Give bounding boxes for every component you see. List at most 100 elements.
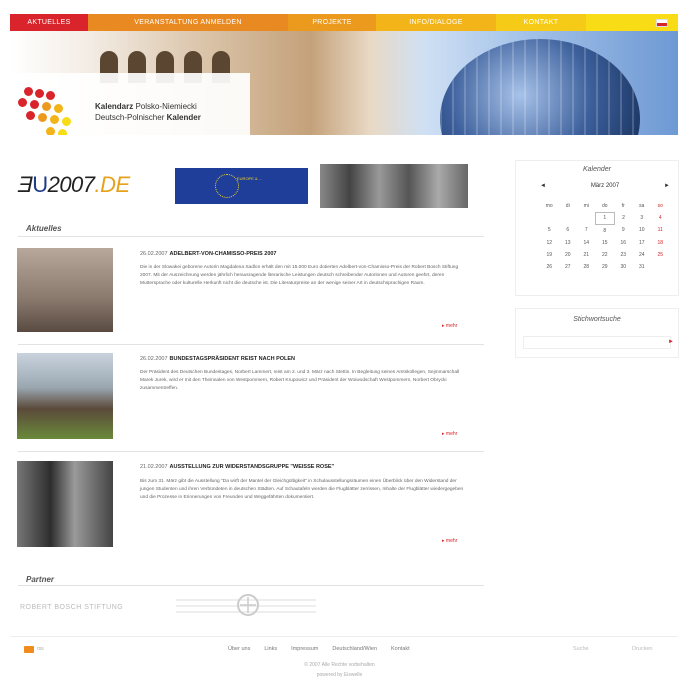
footer-divider <box>10 636 678 637</box>
calendar-day[interactable]: 12 <box>540 237 559 249</box>
calendar-day[interactable]: 7 <box>577 224 596 236</box>
nav-item-aktuelles[interactable]: AKTUELLES <box>10 14 88 31</box>
calendar-day[interactable]: 5 <box>540 224 559 236</box>
site-logo-text[interactable]: Kalendarz Polsko-Niemiecki Deutsch-Polni… <box>95 101 201 123</box>
calendar-day[interactable]: 22 <box>596 249 615 261</box>
calendar-day[interactable]: 11 <box>651 224 670 236</box>
calendar-prev-icon[interactable]: ◄ <box>540 183 546 189</box>
news-more-link[interactable]: ▸ mehr <box>442 431 457 437</box>
calendar-grid: mo di mi do fr sa so 1 2 3 4 5 6 7 8 9 1… <box>540 200 670 273</box>
powered-by-text: powered by Eiswelle <box>316 672 363 678</box>
calendar-day[interactable]: 8 <box>596 224 615 236</box>
calendar-day[interactable]: 20 <box>559 249 578 261</box>
nav-item-projekte[interactable]: PROJEKTE <box>288 14 376 31</box>
footer-print-link[interactable]: Drucken <box>632 646 652 652</box>
calendar-day[interactable]: 19 <box>540 249 559 261</box>
calendar-day[interactable]: 10 <box>633 224 652 236</box>
eu-flag-caption: EUROPE & ... <box>237 176 263 181</box>
news-title[interactable]: 21.02.2007 AUSSTELLUNG ZUR WIDERSTANDSGRU… <box>140 464 334 470</box>
news-image-portrait[interactable] <box>17 248 113 332</box>
weekday-label: do <box>601 202 608 209</box>
calendar-day[interactable]: 24 <box>633 249 652 261</box>
calendar-day[interactable]: 27 <box>559 261 578 273</box>
news-image-group-photo[interactable] <box>17 461 113 547</box>
calendar-day[interactable]: 17 <box>633 237 652 249</box>
header-banner: Kalendarz Polsko-Niemiecki Deutsch-Polni… <box>10 31 678 135</box>
calendar-day[interactable] <box>559 212 578 224</box>
nav-item-kontakt[interactable]: KONTAKT <box>496 14 586 31</box>
polish-flag-icon[interactable] <box>656 18 668 27</box>
calendar-day[interactable]: 23 <box>614 249 633 261</box>
calendar-day[interactable]: 30 <box>614 261 633 273</box>
news-more-link[interactable]: ▸ mehr <box>442 323 457 329</box>
calendar-day[interactable]: 18 <box>651 237 670 249</box>
calendar-day[interactable]: 28 <box>577 261 596 273</box>
news-more-label: mehr <box>445 538 458 544</box>
partner-logo-emblem[interactable] <box>176 592 316 616</box>
news-headline: AUSSTELLUNG ZUR WIDERSTANDSGRUPPE "WEISS… <box>169 464 335 470</box>
eu-flag-banner[interactable]: EUROPE & ... <box>175 168 308 204</box>
search-input[interactable] <box>523 336 671 349</box>
eu2007-logo-u: U <box>32 172 48 197</box>
calendar-month-label: März 2007 <box>590 183 620 189</box>
calendar-day[interactable]: 6 <box>559 224 578 236</box>
calendar-month-nav: ◄ März 2007 ► <box>540 183 670 189</box>
calendar-day[interactable]: 31 <box>633 261 652 273</box>
news-title[interactable]: 26.02.2007 ADELBERT-VON-CHAMISSO-PREIS 20… <box>140 251 277 257</box>
calendar-day[interactable]: 26 <box>540 261 559 273</box>
news-title[interactable]: 26.02.2007 BUNDESTAGSPRÄSIDENT REIST NACH… <box>140 356 295 362</box>
calendar-day[interactable]: 3 <box>633 212 652 224</box>
news-image-building[interactable] <box>17 353 113 439</box>
calendar-weekday-row: mo di mi do fr sa so <box>540 200 670 212</box>
calendar-day[interactable]: 29 <box>596 261 615 273</box>
calendar-day[interactable]: 14 <box>577 237 596 249</box>
calendar-day[interactable]: 16 <box>614 237 633 249</box>
calendar-day[interactable]: 9 <box>614 224 633 236</box>
nav-item-veranstaltung-anmelden[interactable]: VERANSTALTUNG ANMELDEN <box>88 14 288 31</box>
rss-label[interactable]: rss <box>37 646 44 652</box>
news-body: Bis zum 31. März gibt die Ausstellung "D… <box>140 479 464 500</box>
news-body: Die in der Slowakei geborene Autorin Mag… <box>140 265 459 286</box>
copyright-text: © 2007 Alle Rechte vorbehalten <box>304 662 375 668</box>
footer-link-deutschland[interactable]: Deutschland/Wien <box>332 646 377 652</box>
dome-structure <box>440 39 640 135</box>
language-switch <box>586 14 678 31</box>
news-headline: BUNDESTAGSPRÄSIDENT REIST NACH POLEN <box>169 356 296 362</box>
calendar-title: Kalender <box>582 166 612 173</box>
nav-item-info-dialoge[interactable]: INFO/DIALOGE <box>376 14 496 31</box>
footer-link-links[interactable]: Links <box>264 646 277 652</box>
footer-link-impressum[interactable]: Impressum <box>291 646 318 652</box>
weekday-label: mo <box>545 203 553 210</box>
footer-link-kontakt[interactable]: Kontakt <box>391 646 410 652</box>
calendar-day[interactable]: 15 <box>596 237 615 249</box>
rss-icon[interactable] <box>24 646 34 653</box>
calendar-next-icon[interactable]: ► <box>664 183 670 189</box>
news-divider <box>18 236 484 237</box>
calendar-week: 26 27 28 29 30 31 <box>540 261 670 273</box>
weekday-label: di <box>565 203 570 210</box>
photo-strip-banner[interactable] <box>320 164 468 208</box>
search-title: Stichwortsuche <box>573 316 621 323</box>
calendar-day[interactable] <box>651 261 670 273</box>
calendar-day[interactable] <box>540 212 559 224</box>
calendar-day[interactable] <box>577 212 596 224</box>
footer-search-link[interactable]: Suche <box>573 646 589 652</box>
news-more-link[interactable]: ▸ mehr <box>442 538 457 544</box>
partner-logo-bosch[interactable]: ROBERT BOSCH STIFTUNG <box>20 604 123 611</box>
news-divider <box>18 344 484 345</box>
calendar-day-today[interactable]: 1 <box>595 211 615 225</box>
calendar-day[interactable]: 2 <box>614 212 633 224</box>
eu-stars-icon <box>215 174 239 198</box>
news-more-label: mehr <box>445 431 458 437</box>
calendar-day[interactable]: 25 <box>651 249 670 261</box>
partner-divider <box>18 585 484 586</box>
calendar-day[interactable]: 21 <box>577 249 596 261</box>
calendar-day[interactable]: 4 <box>651 212 670 224</box>
weekday-label: mi <box>583 203 589 210</box>
news-divider <box>18 451 484 452</box>
calendar-day[interactable]: 13 <box>559 237 578 249</box>
footer-link-ueber-uns[interactable]: Über uns <box>228 646 250 652</box>
eu2007-logo[interactable]: ƎU2007.DE <box>18 172 130 198</box>
news-more-label: mehr <box>445 323 458 329</box>
search-go-icon[interactable]: ► <box>668 339 674 345</box>
